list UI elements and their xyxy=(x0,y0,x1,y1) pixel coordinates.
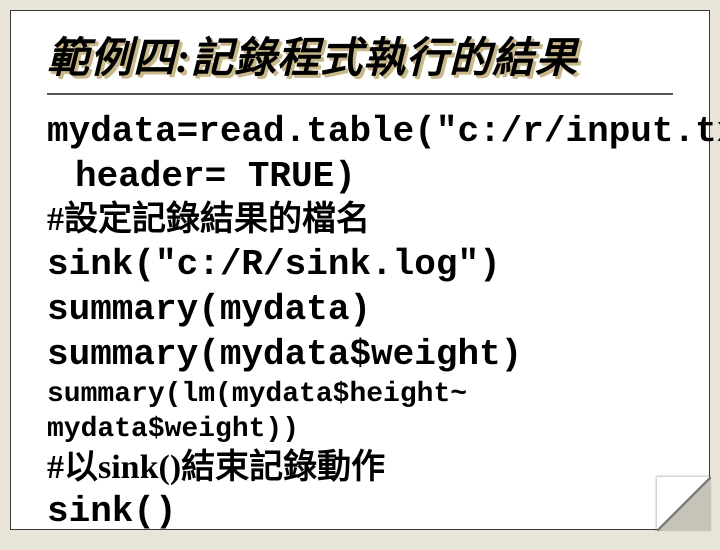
comment-line-2: #以sink()結束記錄動作 xyxy=(47,447,673,490)
slide-title: 範例四:記錄程式執行的結果 xyxy=(47,35,673,83)
code-line-5: summary(mydata$weight) xyxy=(47,332,673,377)
code-line-2: header= TRUE) xyxy=(47,154,673,199)
title-rule xyxy=(47,93,673,95)
code-line-7: sink() xyxy=(47,489,673,534)
page-curl-icon xyxy=(657,477,711,531)
code-line-6: summary(lm(mydata$height~ mydata$weight)… xyxy=(47,377,673,447)
code-line-4: summary(mydata) xyxy=(47,287,673,332)
slide-page: 範例四:記錄程式執行的結果 mydata=read.table("c:/r/in… xyxy=(10,10,710,530)
code-line-1: mydata=read.table("c:/r/input.txt", xyxy=(47,109,673,154)
code-line-3: sink("c:/R/sink.log") xyxy=(47,242,673,287)
comment-line-1: #設定記錄結果的檔名 xyxy=(47,199,673,242)
